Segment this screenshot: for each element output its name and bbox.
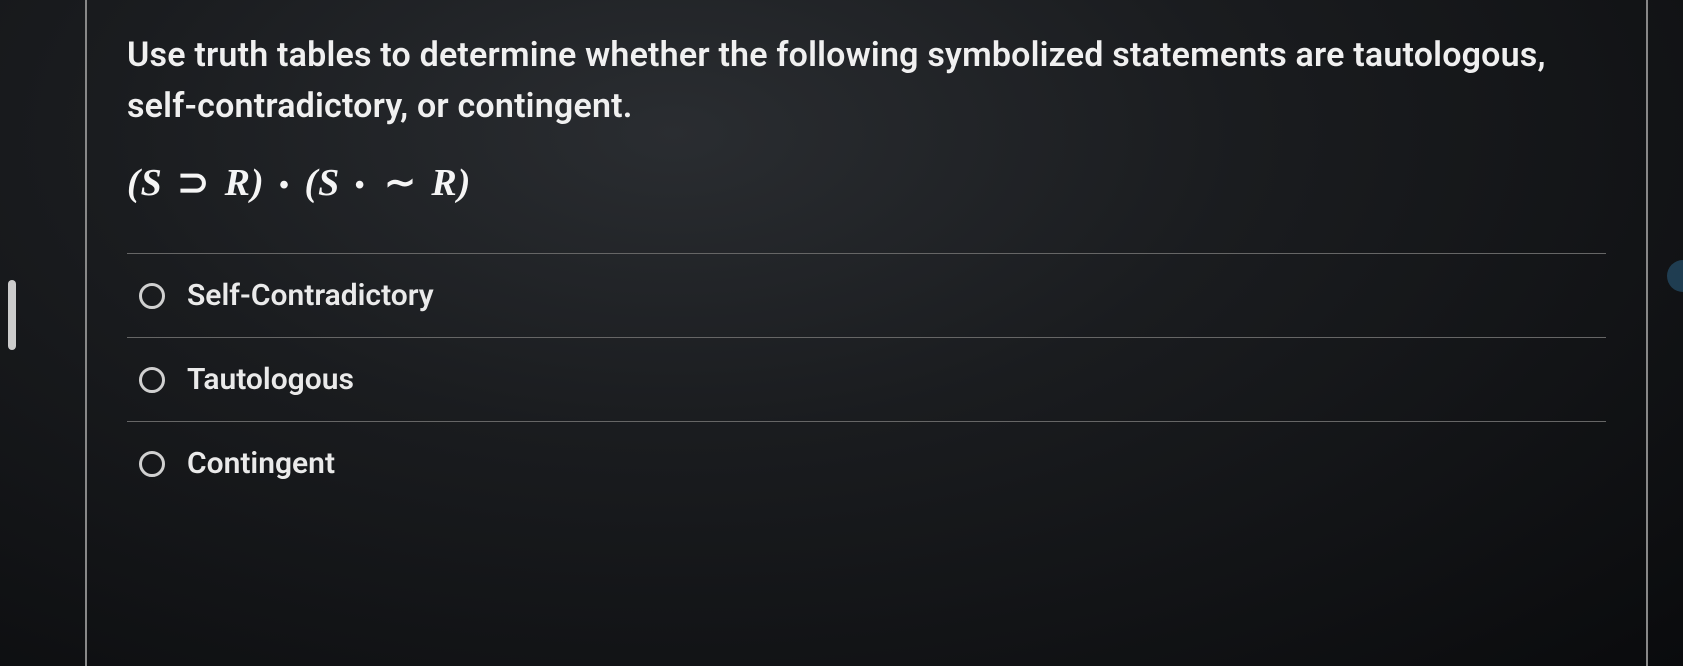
radio-icon bbox=[139, 367, 165, 393]
question-card: Use truth tables to determine whether th… bbox=[85, 0, 1648, 666]
option-label: Tautologous bbox=[187, 362, 354, 397]
question-formula: (S ⊃ R) • (S • ∼ R) bbox=[127, 160, 1606, 205]
radio-icon bbox=[139, 451, 165, 477]
right-edge-indicator bbox=[1667, 260, 1683, 292]
option-self-contradictory[interactable]: Self-Contradictory bbox=[127, 254, 1606, 338]
option-contingent[interactable]: Contingent bbox=[127, 422, 1606, 505]
option-tautologous[interactable]: Tautologous bbox=[127, 338, 1606, 422]
question-instruction: Use truth tables to determine whether th… bbox=[127, 30, 1606, 132]
radio-icon bbox=[139, 283, 165, 309]
left-edge-indicator bbox=[8, 280, 16, 350]
option-label: Self-Contradictory bbox=[187, 278, 434, 313]
option-label: Contingent bbox=[187, 446, 335, 481]
options-list: Self-Contradictory Tautologous Contingen… bbox=[127, 253, 1606, 505]
